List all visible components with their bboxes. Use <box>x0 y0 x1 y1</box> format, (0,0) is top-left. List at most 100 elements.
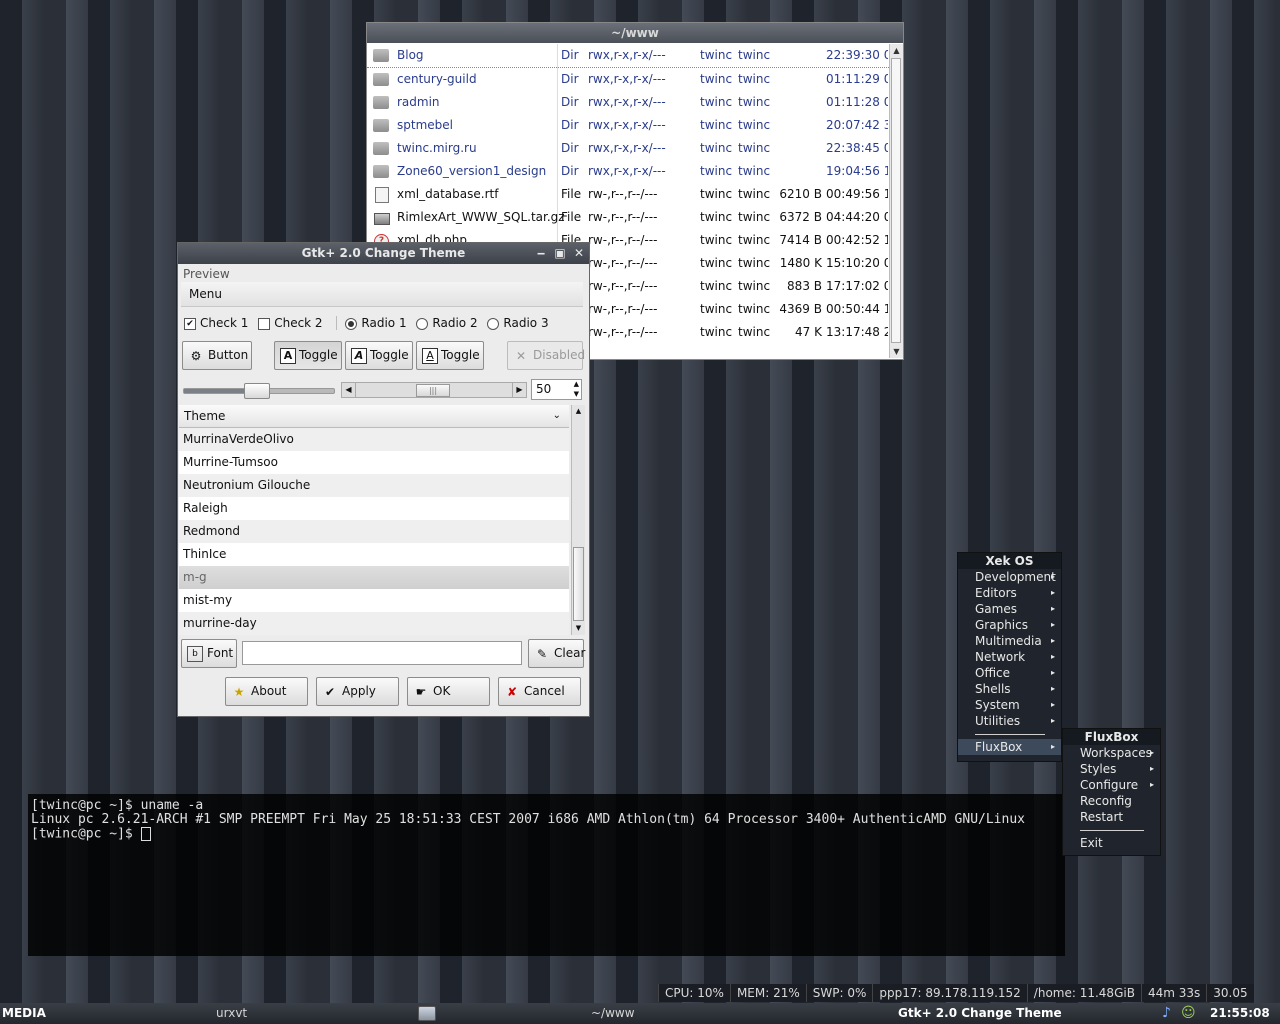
about-button[interactable]: ★ About <box>225 677 308 706</box>
menu-item-reconfig[interactable]: Reconfig <box>1063 793 1160 809</box>
file-type: Dir <box>561 164 579 178</box>
root-menu[interactable]: Xek OS Development ▸ Editors ▸ Games ▸ Graphic… <box>957 552 1062 762</box>
radio-3[interactable]: Radio 3 <box>487 316 549 330</box>
menu-item-network[interactable]: Network ▸ <box>958 649 1061 665</box>
menu-item-fluxbox[interactable]: FluxBox ▸ <box>958 739 1061 755</box>
ok-button[interactable]: ☛ OK <box>407 677 490 706</box>
theme-item[interactable]: Neutronium Gilouche <box>179 474 569 497</box>
checkbox-empty-icon <box>258 317 271 330</box>
theme-item[interactable]: Murrine-Tumsoo <box>179 451 569 474</box>
check-1[interactable]: ✔ Check 1 <box>184 316 248 330</box>
theme-item[interactable]: murrine-day <box>179 612 569 635</box>
gtk-change-theme-window[interactable]: Gtk+ 2.0 Change Theme ‒ ▣ ✕ Preview Menu… <box>177 242 590 717</box>
scroll-right-icon[interactable]: ▶ <box>512 383 526 397</box>
terminal-window[interactable]: [twinc@pc ~]$ uname -a Linux pc 2.6.21-A… <box>28 794 1065 956</box>
italic-a-icon: A <box>351 347 367 364</box>
terminal-prompt[interactable]: [twinc@pc ~]$ <box>28 827 1065 841</box>
menu-item-office[interactable]: Office ▸ <box>958 665 1061 681</box>
menu-item-editors[interactable]: Editors ▸ <box>958 585 1061 601</box>
theme-header-label: Theme <box>184 409 226 423</box>
file-manager-task-icon[interactable] <box>418 1006 436 1021</box>
file-row[interactable]: sptmebel Dir rwx,r-x,r-x/--- twinc twinc 20:0… <box>367 114 889 137</box>
radio-off-icon <box>487 317 500 330</box>
file-manager-title[interactable]: ~/www <box>367 23 903 43</box>
menu-item-restart[interactable]: Restart <box>1063 809 1160 825</box>
task-urxvt[interactable]: urxvt <box>216 1003 247 1024</box>
menu-item-shells[interactable]: Shells ▸ <box>958 681 1061 697</box>
file-group: twinc <box>738 325 771 339</box>
theme-items[interactable]: MurrinaVerdeOlivo Murrine-Tumsoo Neutroniu… <box>179 428 569 635</box>
font-button[interactable]: b Font <box>181 639 237 668</box>
file-row[interactable]: radmin Dir rwx,r-x,r-x/--- twinc twinc 01:11:… <box>367 91 889 114</box>
scroll-left-icon[interactable]: ◀ <box>342 383 356 397</box>
scroll-up-icon[interactable]: ▲ <box>572 405 585 418</box>
preview-slider-track[interactable] <box>183 383 335 399</box>
file-time: 17:17:02 0 <box>826 279 888 293</box>
minimize-button[interactable]: ‒ <box>533 243 549 264</box>
task-gtk-change-theme[interactable]: Gtk+ 2.0 Change Theme <box>898 1003 1062 1024</box>
theme-scroll-thumb[interactable] <box>573 547 584 621</box>
hscroll-thumb[interactable]: ||| <box>416 384 450 397</box>
slider-knob[interactable] <box>244 383 270 399</box>
toggle-button-3[interactable]: A Toggle <box>416 341 484 370</box>
scrollbar-thumb[interactable] <box>891 58 901 343</box>
menu-item-utilities[interactable]: Utilities ▸ <box>958 713 1061 729</box>
clear-button[interactable]: ✎ Clear <box>528 639 585 668</box>
font-input[interactable] <box>242 641 522 665</box>
archive-icon <box>374 213 390 225</box>
file-row[interactable]: xml_database.rtf File rw-,r--,r--/--- twinc… <box>367 183 889 206</box>
gtk-window-titlebar[interactable]: Gtk+ 2.0 Change Theme ‒ ▣ ✕ <box>178 243 589 264</box>
file-row[interactable]: RimlexArt_WWW_SQL.tar.gz File rw-,r--,r--/… <box>367 206 889 229</box>
spin-up-icon[interactable]: ▲ <box>574 380 579 389</box>
menu-item[interactable]: Menu <box>181 287 222 301</box>
root-menu-title: Xek OS <box>958 553 1061 569</box>
menu-item-workspaces[interactable]: Workspaces ▸ <box>1063 745 1160 761</box>
close-button[interactable]: ✕ <box>571 243 587 264</box>
scroll-down-icon[interactable]: ▼ <box>890 345 903 358</box>
radio-1[interactable]: Radio 1 <box>336 316 407 330</box>
file-list-scrollbar[interactable]: ▲ ▼ <box>889 44 903 358</box>
file-perm: rwx,r-x,r-x/--- <box>588 141 666 155</box>
scroll-down-icon[interactable]: ▼ <box>572 622 585 635</box>
tray-app-icon[interactable]: ☺ <box>1181 1003 1196 1024</box>
theme-item[interactable]: ThinIce <box>179 543 569 566</box>
file-row[interactable]: twinc.mirg.ru Dir rwx,r-x,r-x/--- twinc twin… <box>367 137 889 160</box>
menu-item-multimedia[interactable]: Multimedia ▸ <box>958 633 1061 649</box>
preview-spinbutton[interactable]: 50 ▲ ▼ <box>531 379 582 400</box>
theme-item[interactable]: Raleigh <box>179 497 569 520</box>
theme-list[interactable]: Theme ⌄ MurrinaVerdeOlivo Murrine-Tumsoo N… <box>179 405 569 635</box>
check-2[interactable]: Check 2 <box>258 316 323 330</box>
theme-item[interactable]: mist-my <box>179 589 569 612</box>
menu-item-games[interactable]: Games ▸ <box>958 601 1061 617</box>
theme-item[interactable]: MurrinaVerdeOlivo <box>179 428 569 451</box>
maximize-button[interactable]: ▣ <box>552 243 568 264</box>
toggle-button-1[interactable]: A Toggle <box>274 341 342 370</box>
preview-hscrollbar[interactable]: ◀ ||| ▶ <box>341 382 527 398</box>
menu-item-system[interactable]: System ▸ <box>958 697 1061 713</box>
music-note-icon[interactable]: ♪ <box>1162 1003 1171 1024</box>
toggle-button-2[interactable]: A Toggle <box>345 341 413 370</box>
menu-item-graphics[interactable]: Graphics ▸ <box>958 617 1061 633</box>
menu-item-configure[interactable]: Configure ▸ <box>1063 777 1160 793</box>
theme-list-scrollbar[interactable]: ▲ ▼ <box>571 405 585 635</box>
menu-item-styles[interactable]: Styles ▸ <box>1063 761 1160 777</box>
theme-item[interactable]: Redmond <box>179 520 569 543</box>
apply-button[interactable]: ✔ Apply <box>316 677 399 706</box>
menu-item-exit[interactable]: Exit <box>1063 835 1160 851</box>
preview-button[interactable]: ⚙ Button <box>182 341 252 370</box>
file-row[interactable]: Zone60_version1_design Dir rwx,r-x,r-x/---… <box>367 160 889 183</box>
file-row[interactable]: Blog Dir rwx,r-x,r-x/--- twinc twinc 22:39:30… <box>367 44 889 68</box>
scroll-up-icon[interactable]: ▲ <box>890 44 903 57</box>
fluxbox-menu-items[interactable]: Workspaces ▸ Styles ▸ Configure ▸ Reconfig Rest… <box>1063 745 1160 825</box>
theme-item[interactable]: m-g <box>179 566 569 589</box>
cancel-button[interactable]: ✘ Cancel <box>498 677 581 706</box>
root-menu-items[interactable]: Development ▸ Editors ▸ Games ▸ Graphics ▸ Multi… <box>958 569 1061 729</box>
menu-item-development[interactable]: Development ▸ <box>958 569 1061 585</box>
theme-column-header[interactable]: Theme ⌄ <box>179 405 569 428</box>
workspace-name[interactable]: MEDIA <box>2 1003 46 1024</box>
fluxbox-submenu[interactable]: FluxBox Workspaces ▸ Styles ▸ Configure ▸ Reco… <box>1062 728 1161 856</box>
spin-down-icon[interactable]: ▼ <box>574 390 579 399</box>
task-www[interactable]: ~/www <box>591 1003 635 1024</box>
file-row[interactable]: century-guild Dir rwx,r-x,r-x/--- twinc twin… <box>367 68 889 91</box>
radio-2[interactable]: Radio 2 <box>416 316 478 330</box>
